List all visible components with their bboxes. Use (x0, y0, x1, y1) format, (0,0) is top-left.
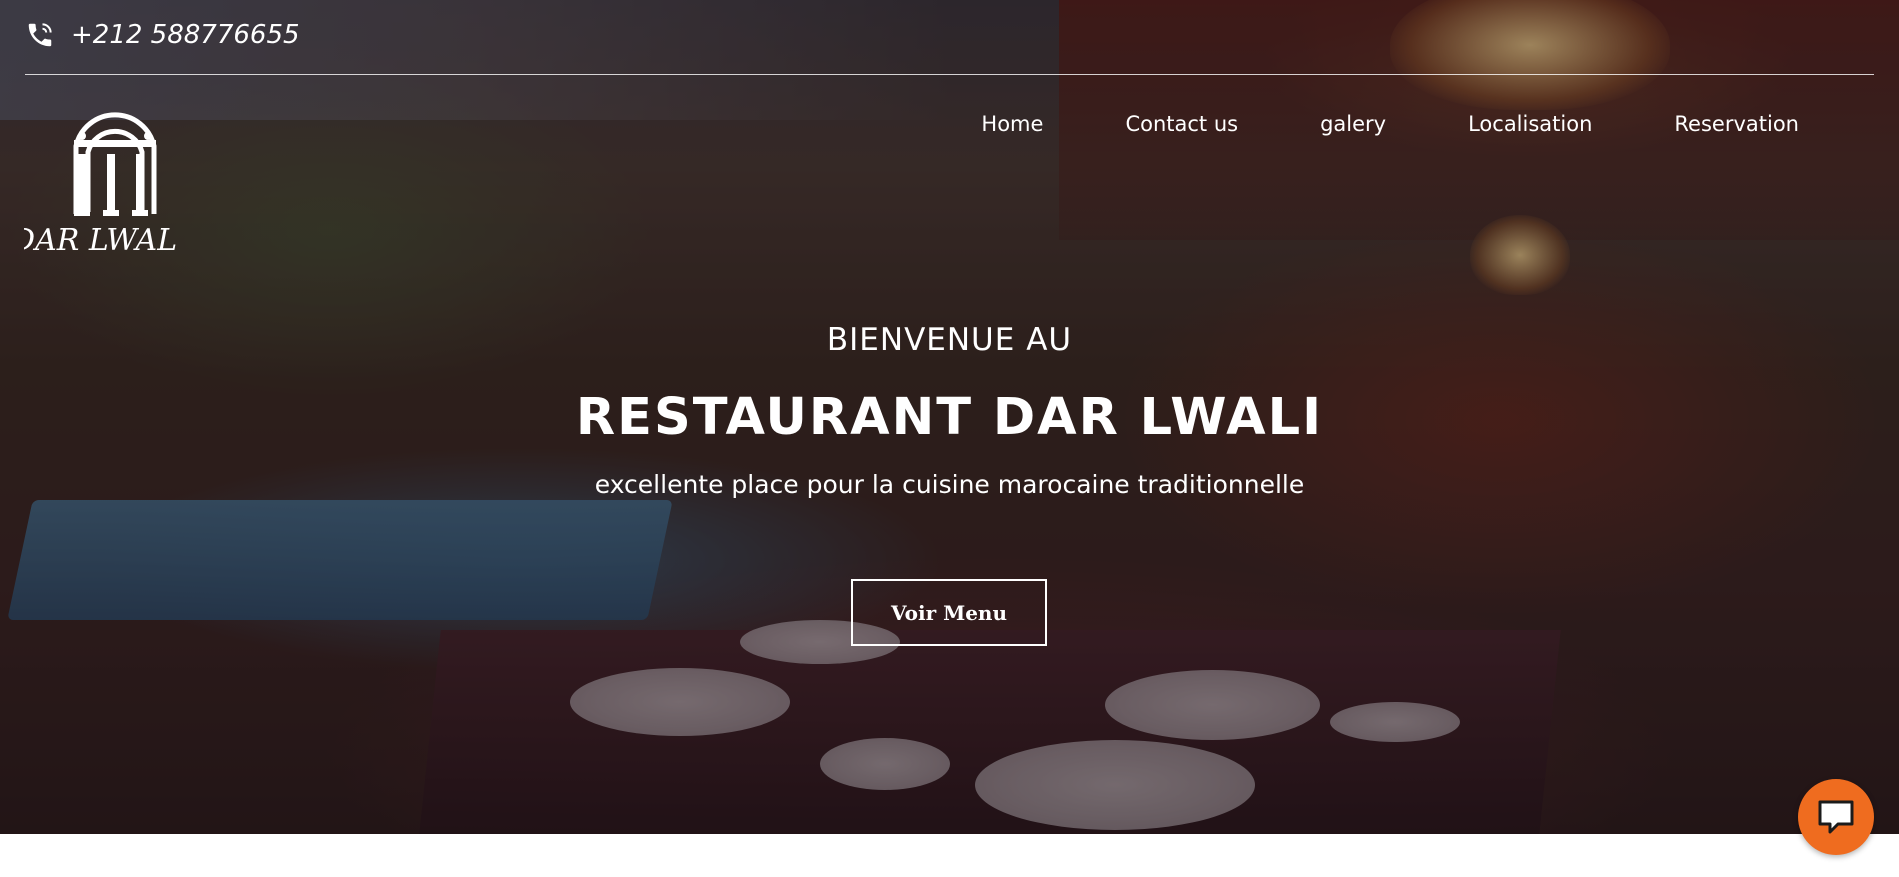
nav-reservation[interactable]: Reservation (1674, 112, 1799, 136)
chat-button[interactable] (1798, 779, 1874, 855)
hero-welcome: BIENVENUE AU (826, 322, 1073, 358)
hero-title: RESTAURANT DAR LWALI (575, 388, 1324, 447)
header-divider (25, 74, 1874, 75)
hero-subtitle: excellente place pour la cuisine marocai… (594, 470, 1305, 499)
phone-number[interactable]: +212 588776655 (71, 20, 300, 50)
nav-galery[interactable]: galery (1320, 112, 1386, 136)
dar-lwali-logo[interactable]: DAR LWALI (24, 94, 176, 258)
nav-contact-us[interactable]: Contact us (1125, 112, 1238, 136)
main-navigation: Home Contact us galery Localisation Rese… (981, 112, 1799, 136)
nav-home[interactable]: Home (981, 112, 1043, 136)
phone-icon (25, 20, 55, 50)
chat-icon (1816, 798, 1856, 836)
top-bar: +212 588776655 (25, 20, 300, 50)
voir-menu-button[interactable]: Voir Menu (851, 579, 1047, 646)
logo-text: DAR LWALI (24, 223, 176, 258)
nav-localisation[interactable]: Localisation (1468, 112, 1592, 136)
